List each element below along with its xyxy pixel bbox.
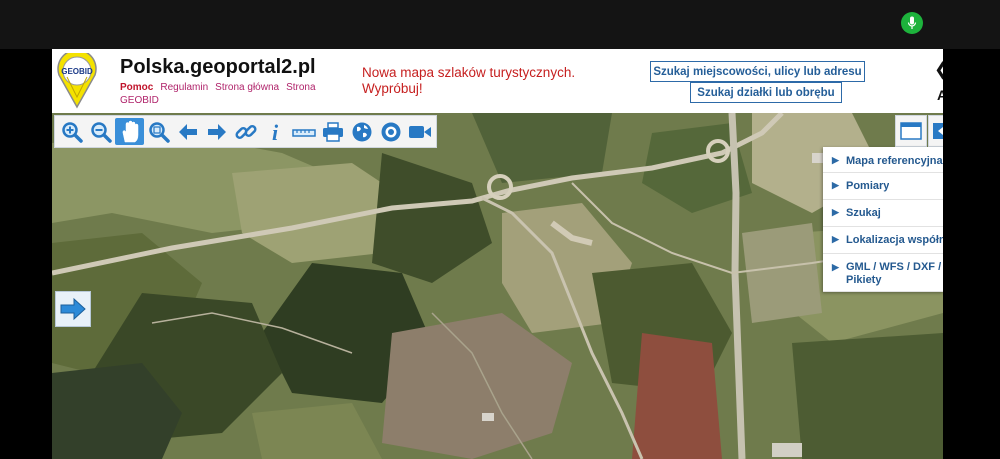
- logo-text: GEOBID: [61, 67, 93, 76]
- next-view-tool[interactable]: [202, 118, 231, 145]
- print-tool[interactable]: [318, 118, 347, 145]
- zoom-window-icon: [148, 121, 170, 143]
- browser-viewport: GEOBID Polska.geoportal2.pl Pomoc Regulam…: [52, 49, 943, 459]
- panel-item-reference-map[interactable]: ▶ Mapa referencyjna: [823, 147, 943, 173]
- panel-toggle-button[interactable]: [928, 115, 943, 147]
- video-tool[interactable]: [405, 118, 434, 145]
- arrow-right-icon: [60, 297, 86, 321]
- header-cut-text: A: [937, 87, 943, 103]
- arrow-left-icon: [178, 123, 197, 140]
- search-place-button[interactable]: Szukaj miejscowości, ulicy lub adresu: [650, 61, 865, 82]
- geobid-logo[interactable]: GEOBID: [54, 49, 100, 109]
- satellite-imagery: [52, 113, 943, 459]
- zoom-in-tool[interactable]: [57, 118, 86, 145]
- panel-icon: [933, 123, 943, 139]
- search-parcel-button[interactable]: Szukaj działki lub obrębu: [690, 82, 842, 103]
- video-camera-icon: [408, 125, 431, 138]
- svg-text:i: i: [271, 120, 278, 144]
- panel-item-label: Pomiary: [846, 180, 890, 192]
- panel-item-label: GML / WFS / DXF / Pikiety: [846, 261, 942, 286]
- zoom-window-tool[interactable]: [144, 118, 173, 145]
- panel-item-measurements[interactable]: ▶ Pomiary: [823, 173, 943, 200]
- location-tool[interactable]: [376, 118, 405, 145]
- info-icon: i: [271, 120, 278, 144]
- zoom-out-tool[interactable]: [86, 118, 115, 145]
- globe-tool[interactable]: [347, 118, 376, 145]
- panel-item-label: Mapa referencyjna: [846, 155, 943, 167]
- panel-item-label: Lokalizacja współrzędnych: [846, 234, 943, 246]
- nav-home[interactable]: Strona główna: [215, 82, 279, 93]
- chevron-right-icon: ▶: [832, 155, 839, 165]
- pan-tool[interactable]: [115, 118, 144, 145]
- map-toolbar: i: [54, 115, 437, 148]
- expand-sidebar-button[interactable]: [55, 291, 91, 327]
- site-title[interactable]: Polska.geoportal2.pl: [120, 56, 316, 79]
- chevron-right-icon: ▶: [832, 180, 839, 190]
- panel-item-search[interactable]: ▶ Szukaj: [823, 200, 943, 227]
- chevron-right-icon: ▶: [832, 262, 839, 272]
- nav-help[interactable]: Pomoc: [120, 82, 153, 93]
- chevron-right-icon: ▶: [832, 234, 839, 244]
- map-canvas[interactable]: i ▶ Mapa referencyjna ▶ Pomiary ▶ Szukaj…: [52, 113, 943, 459]
- zoom-in-icon: [61, 121, 83, 143]
- target-icon: [381, 122, 400, 141]
- site-header: GEOBID Polska.geoportal2.pl Pomoc Regulam…: [52, 49, 943, 113]
- header-nav: Pomoc Regulamin Strona główna Strona GEOBID: [120, 81, 340, 107]
- nav-terms[interactable]: Regulamin: [160, 82, 208, 93]
- link-icon: [234, 124, 257, 139]
- panel-item-label: Szukaj: [846, 207, 881, 219]
- zoom-out-icon: [90, 121, 112, 143]
- panel-item-gml-wfs-dxf[interactable]: ▶ GML / WFS / DXF / Pikiety: [823, 254, 943, 292]
- printer-icon: [322, 121, 343, 142]
- previous-view-tool[interactable]: [173, 118, 202, 145]
- chevron-right-icon: ▶: [832, 207, 839, 217]
- top-bar: [0, 0, 1000, 49]
- microphone-icon: [907, 16, 917, 29]
- info-tool[interactable]: i: [260, 118, 289, 145]
- ruler-icon: [291, 128, 316, 137]
- microphone-button[interactable]: [901, 12, 923, 34]
- promo-banner[interactable]: Nowa mapa szlaków turystycznych. Wypróbu…: [362, 65, 602, 97]
- arrow-right-icon: [207, 123, 226, 140]
- window-icon: [900, 122, 922, 140]
- measure-tool[interactable]: [289, 118, 318, 145]
- window-toggle-button[interactable]: [895, 115, 927, 147]
- panel-item-coordinates[interactable]: ▶ Lokalizacja współrzędnych: [823, 227, 943, 254]
- tools-panel: ▶ Mapa referencyjna ▶ Pomiary ▶ Szukaj ▶…: [823, 147, 943, 292]
- chevron-left-icon[interactable]: ❮: [934, 59, 943, 80]
- link-tool[interactable]: [231, 118, 260, 145]
- hand-icon: [122, 120, 138, 142]
- globe-icon: [352, 122, 371, 141]
